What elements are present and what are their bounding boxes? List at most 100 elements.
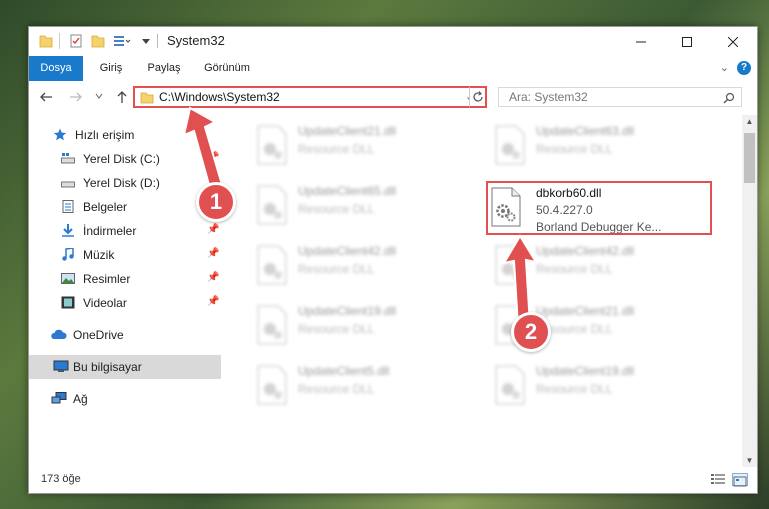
annotation-badge-2: 2 xyxy=(511,312,551,352)
scroll-up-icon[interactable]: ▲ xyxy=(742,117,757,126)
sidebar-item-this-pc[interactable]: Bu bilgisayar xyxy=(29,355,221,379)
new-folder-icon[interactable] xyxy=(91,33,105,49)
chevron-down-icon xyxy=(95,93,103,99)
dll-file-icon xyxy=(257,245,287,285)
sidebar-item-local-disk-d[interactable]: Yerel Disk (D:) 📌 xyxy=(29,171,221,195)
file-name: UpdateClient21.dll xyxy=(536,304,635,318)
file-name: UpdateClient19.dll xyxy=(298,304,397,318)
dll-file-icon xyxy=(495,365,525,405)
sidebar-item-label: Yerel Disk (D:) xyxy=(83,176,160,190)
document-icon xyxy=(62,200,74,213)
sidebar-item-network[interactable]: Ağ xyxy=(29,387,221,411)
picture-icon xyxy=(61,273,75,284)
file-item[interactable]: UpdateClient42.dll Resource DLL xyxy=(486,241,712,295)
highlighted-file-item[interactable]: dbkorb60.dll 50.4.227.0 Borland Debugger… xyxy=(486,181,712,235)
item-count: 173 öğe xyxy=(41,473,81,485)
tiles-view-icon xyxy=(733,476,747,487)
arrow-up-icon xyxy=(117,91,127,103)
scrollbar-thumb[interactable] xyxy=(744,133,755,183)
sidebar-item-onedrive[interactable]: OneDrive xyxy=(29,323,221,347)
scroll-down-icon[interactable]: ▼ xyxy=(742,456,757,465)
file-name: UpdateClient65.dll xyxy=(298,184,397,198)
explorer-window: System32 Dosya Giriş Paylaş Görünüm ⌄ ? xyxy=(28,26,758,494)
maximize-icon xyxy=(682,36,692,47)
maximize-button[interactable] xyxy=(664,27,710,56)
cloud-icon xyxy=(51,329,67,339)
sidebar-item-label: Yerel Disk (C:) xyxy=(83,152,160,166)
sidebar-item-label: Müzik xyxy=(83,248,115,262)
video-icon xyxy=(61,296,75,309)
file-type: Resource DLL xyxy=(536,262,613,276)
file-type: Resource DLL xyxy=(298,382,375,396)
customize-toolbar-icon[interactable] xyxy=(113,33,131,49)
refresh-button[interactable] xyxy=(469,86,487,108)
vertical-scrollbar[interactable]: ▲ ▼ xyxy=(742,115,757,467)
folder-icon xyxy=(140,92,154,104)
minimize-button[interactable] xyxy=(618,27,664,56)
sidebar-item-label: İndirmeler xyxy=(83,224,137,238)
sidebar-item-videos[interactable]: Videolar 📌 xyxy=(29,291,221,315)
address-bar[interactable]: C:\Windows\System32 ⌄ xyxy=(133,86,487,108)
file-item[interactable]: UpdateClient19.dll Resource DLL xyxy=(248,301,474,355)
music-icon xyxy=(62,248,74,261)
details-view-icon xyxy=(711,474,725,484)
file-version: 50.4.227.0 xyxy=(536,203,593,217)
sidebar-item-music[interactable]: Müzik 📌 xyxy=(29,243,221,267)
file-item[interactable]: UpdateClient42.dll Resource DLL xyxy=(248,241,474,295)
dll-file-icon xyxy=(257,185,287,225)
sidebar-item-downloads[interactable]: İndirmeler 📌 xyxy=(29,219,221,243)
chevron-down-icon[interactable] xyxy=(141,33,151,49)
forward-button[interactable] xyxy=(69,90,83,107)
expand-ribbon-icon[interactable]: ⌄ xyxy=(720,61,729,74)
sidebar-item-label: Bu bilgisayar xyxy=(73,360,142,374)
properties-icon[interactable] xyxy=(69,33,83,49)
minimize-icon xyxy=(636,41,646,42)
file-item[interactable]: UpdateClient19.dll Resource DLL xyxy=(486,361,712,415)
search-icon[interactable] xyxy=(723,89,735,107)
search-box[interactable]: Ara: System32 xyxy=(498,87,742,107)
pin-icon[interactable]: 📌 xyxy=(207,296,219,307)
dll-file-icon xyxy=(491,187,521,227)
sidebar-item-pictures[interactable]: Resimler 📌 xyxy=(29,267,221,291)
up-button[interactable] xyxy=(115,90,129,107)
recent-locations-button[interactable] xyxy=(95,92,103,102)
back-button[interactable] xyxy=(39,90,53,107)
navigation-bar: C:\Windows\System32 ⌄ Ara: System32 xyxy=(29,81,757,115)
sidebar-item-label: Resimler xyxy=(83,272,131,286)
star-icon xyxy=(53,128,67,141)
file-item[interactable]: UpdateClient63.dll Resource DLL xyxy=(486,121,712,175)
sidebar-item-quick-access[interactable]: Hızlı erişim xyxy=(29,123,221,147)
title-bar: System32 xyxy=(29,27,757,56)
file-name: UpdateClient5.dll xyxy=(298,364,390,378)
search-placeholder: Ara: System32 xyxy=(509,90,588,104)
file-item[interactable]: UpdateClient21.dll Resource DLL xyxy=(248,121,474,175)
annotation-badge-1: 1 xyxy=(196,182,236,222)
pin-icon[interactable]: 📌 xyxy=(207,152,219,163)
pin-icon[interactable]: 📌 xyxy=(207,224,219,235)
arrow-left-icon xyxy=(40,92,52,102)
tab-share[interactable]: Paylaş xyxy=(141,56,187,81)
close-button[interactable] xyxy=(710,27,756,56)
navigation-pane: Hızlı erişim Yerel Disk (C:) 📌 Yerel Dis… xyxy=(29,115,223,465)
tiles-view-button[interactable] xyxy=(732,473,748,487)
file-item[interactable]: UpdateClient5.dll Resource DLL xyxy=(248,361,474,415)
file-name: UpdateClient42.dll xyxy=(536,244,635,258)
file-name: UpdateClient19.dll xyxy=(536,364,635,378)
window-title: System32 xyxy=(167,33,225,48)
sidebar-item-label: Ağ xyxy=(73,392,88,406)
tab-view[interactable]: Görünüm xyxy=(197,56,257,81)
ribbon-tabs: Dosya Giriş Paylaş Görünüm ⌄ ? xyxy=(29,56,757,110)
help-icon[interactable]: ? xyxy=(737,61,751,75)
sidebar-item-local-disk-c[interactable]: Yerel Disk (C:) 📌 xyxy=(29,147,221,171)
sidebar-item-documents[interactable]: Belgeler 📌 xyxy=(29,195,221,219)
file-list: UpdateClient21.dll Resource DLL UpdateCl… xyxy=(224,115,742,465)
pin-icon[interactable]: 📌 xyxy=(207,248,219,259)
network-icon xyxy=(51,392,67,404)
pin-icon[interactable]: 📌 xyxy=(207,272,219,283)
refresh-icon xyxy=(472,91,483,102)
details-view-button[interactable] xyxy=(710,473,726,486)
tab-home[interactable]: Giriş xyxy=(91,56,131,81)
file-item[interactable]: UpdateClient65.dll Resource DLL xyxy=(248,181,474,235)
file-type: Resource DLL xyxy=(298,202,375,216)
dll-file-icon xyxy=(495,125,525,165)
